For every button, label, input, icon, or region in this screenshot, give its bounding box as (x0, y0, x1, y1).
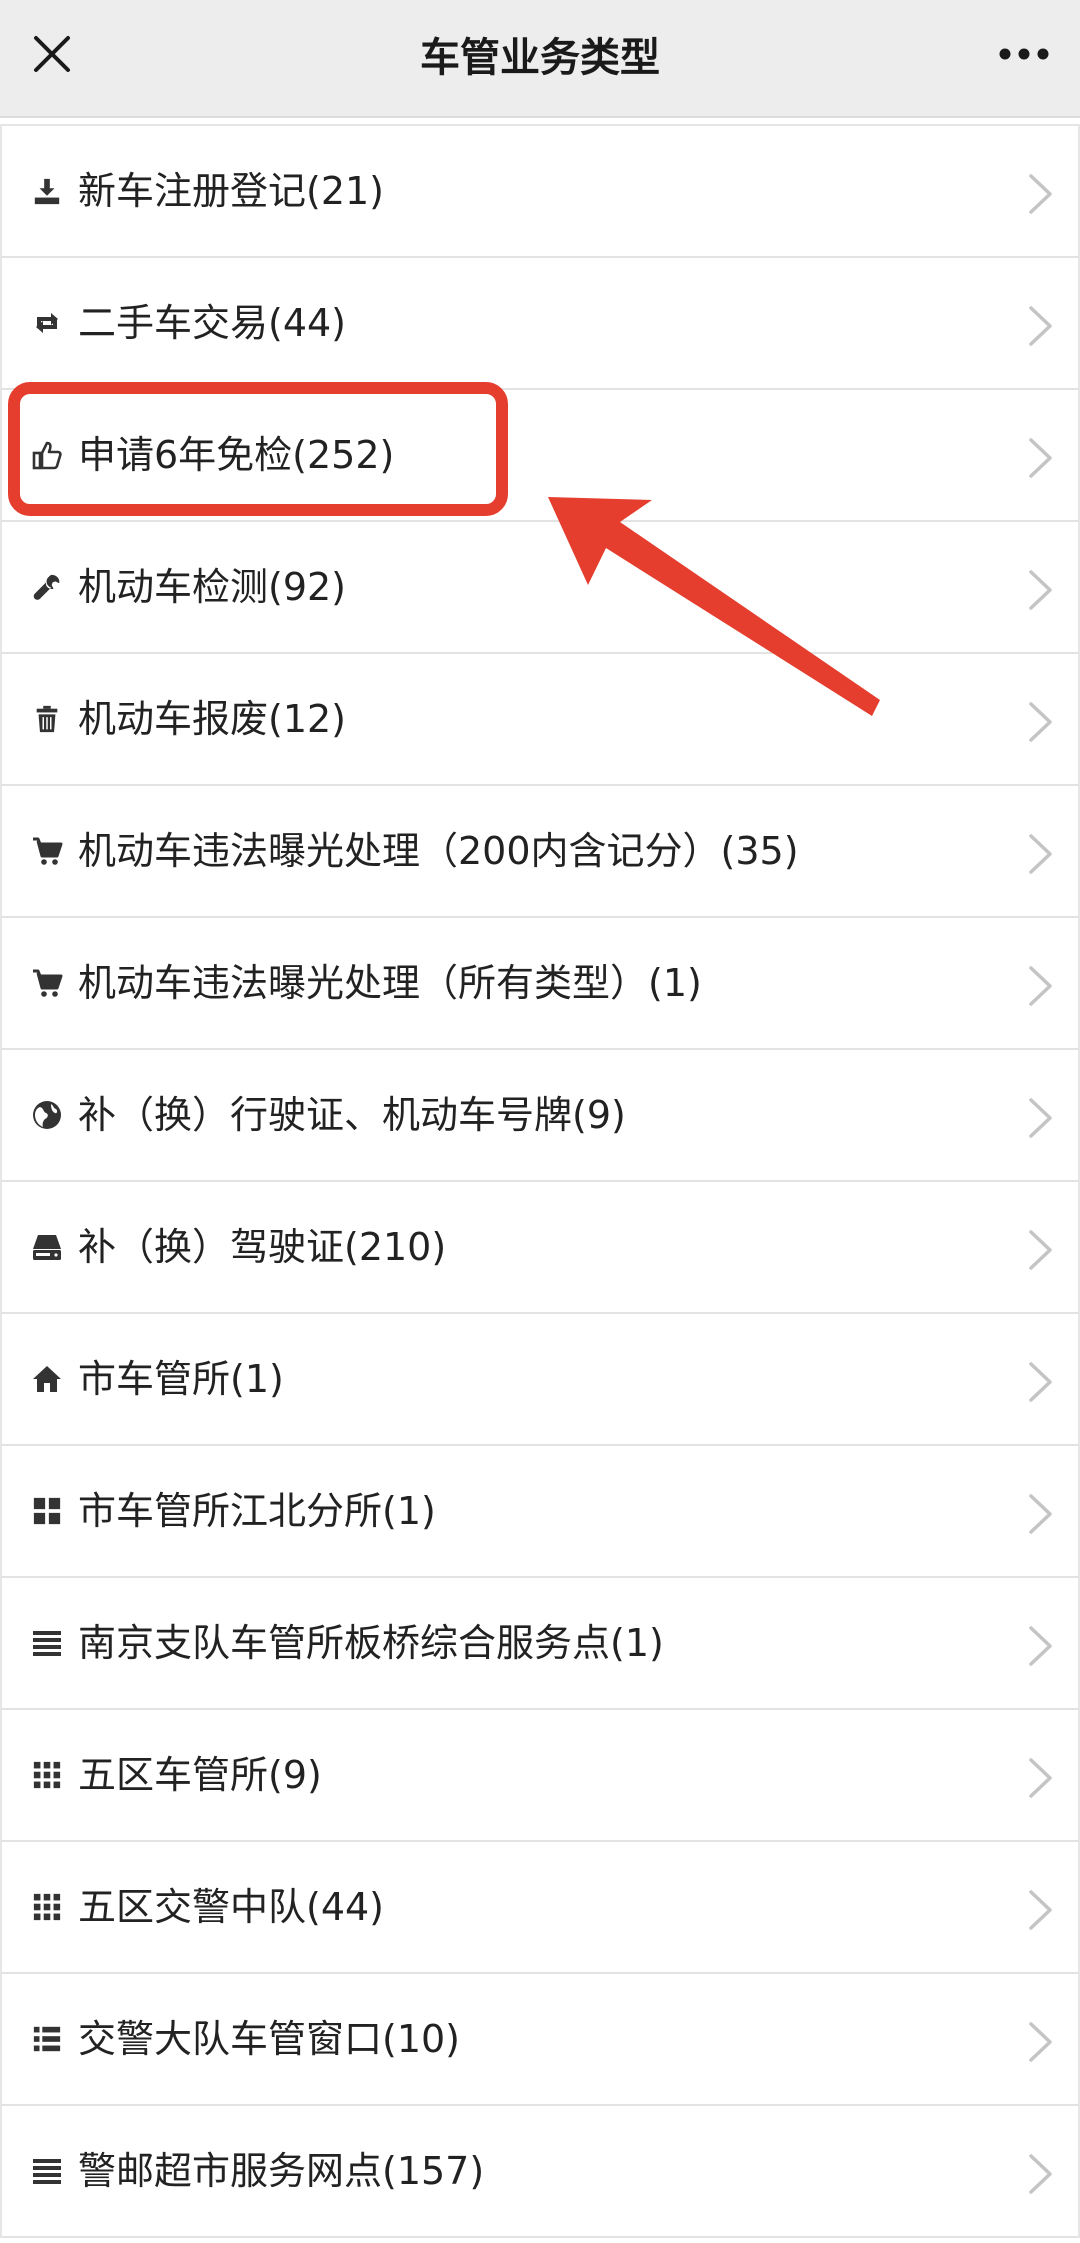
hdd-icon (30, 1230, 64, 1264)
home-icon (30, 1362, 64, 1396)
list-icon (30, 2022, 64, 2056)
align-justify-icon (30, 1626, 64, 1660)
list-item[interactable]: 五区交警中队(44) (0, 1842, 1080, 1974)
list-item-label: 机动车违法曝光处理（200内含记分）(35) (78, 829, 799, 873)
chevron-right-icon (1026, 1888, 1056, 1932)
close-button[interactable] (24, 26, 80, 82)
more-icon (999, 48, 1049, 60)
list-item[interactable]: 警邮超市服务网点(157) (0, 2106, 1080, 2238)
nav-bar: 车管业务类型 (0, 0, 1080, 118)
chevron-right-icon (1026, 964, 1056, 1008)
list-item[interactable]: 交警大队车管窗口(10) (0, 1974, 1080, 2106)
chevron-right-icon (1026, 1492, 1056, 1536)
chevron-right-icon (1026, 1096, 1056, 1140)
list-item[interactable]: 二手车交易(44) (0, 258, 1080, 390)
list-item-label: 五区交警中队(44) (78, 1885, 385, 1929)
close-icon (34, 36, 70, 72)
shopping-cart-icon (30, 966, 64, 1000)
th-icon (30, 1758, 64, 1792)
list-item-label: 机动车检测(92) (78, 565, 347, 609)
list-item[interactable]: 五区车管所(9) (0, 1710, 1080, 1842)
list-item[interactable]: 机动车报废(12) (0, 654, 1080, 786)
list-item[interactable]: 南京支队车管所板桥综合服务点(1) (0, 1578, 1080, 1710)
chevron-right-icon (1026, 436, 1056, 480)
list-item-label: 补（换）驾驶证(210) (78, 1225, 447, 1269)
list-item-label: 市车管所(1) (78, 1357, 284, 1401)
download-icon (30, 174, 64, 208)
list-item-label: 五区车管所(9) (78, 1753, 322, 1797)
list-item[interactable]: 申请6年免检(252) (0, 390, 1080, 522)
list-item[interactable]: 机动车违法曝光处理（所有类型）(1) (0, 918, 1080, 1050)
list-item-label: 新车注册登记(21) (78, 169, 385, 213)
chevron-right-icon (1026, 1360, 1056, 1404)
chevron-right-icon (1026, 1756, 1056, 1800)
chevron-right-icon (1026, 568, 1056, 612)
business-type-list: 新车注册登记(21) 二手车交易(44) 申请6年免检(252) 机动车检测(92) 机… (0, 124, 1080, 2238)
chevron-right-icon (1026, 832, 1056, 876)
th-large-icon (30, 1494, 64, 1528)
list-item-label: 补（换）行驶证、机动车号牌(9) (78, 1093, 626, 1137)
list-item-label: 机动车报废(12) (78, 697, 347, 741)
list-item[interactable]: 机动车违法曝光处理（200内含记分）(35) (0, 786, 1080, 918)
list-item[interactable]: 补（换）行驶证、机动车号牌(9) (0, 1050, 1080, 1182)
list-item-label: 机动车违法曝光处理（所有类型）(1) (78, 961, 702, 1005)
wrench-icon (30, 570, 64, 604)
list-item-label: 二手车交易(44) (78, 301, 347, 345)
list-item-label: 市车管所江北分所(1) (78, 1489, 436, 1533)
retweet-icon (30, 306, 64, 340)
chevron-right-icon (1026, 304, 1056, 348)
chevron-right-icon (1026, 2020, 1056, 2064)
list-item-label: 警邮超市服务网点(157) (78, 2149, 485, 2193)
align-justify-icon (30, 2154, 64, 2188)
chevron-right-icon (1026, 2152, 1056, 2196)
list-item[interactable]: 市车管所(1) (0, 1314, 1080, 1446)
list-item[interactable]: 机动车检测(92) (0, 522, 1080, 654)
list-item-label: 交警大队车管窗口(10) (78, 2017, 461, 2061)
page-title: 车管业务类型 (420, 35, 660, 81)
globe-icon (30, 1098, 64, 1132)
more-button[interactable] (992, 26, 1056, 82)
thumbs-up-icon (30, 438, 64, 472)
shopping-cart-icon (30, 834, 64, 868)
list-item[interactable]: 新车注册登记(21) (0, 126, 1080, 258)
chevron-right-icon (1026, 700, 1056, 744)
list-item-label: 申请6年免检(252) (78, 433, 395, 477)
chevron-right-icon (1026, 1624, 1056, 1668)
th-icon (30, 1890, 64, 1924)
list-item-label: 南京支队车管所板桥综合服务点(1) (78, 1621, 664, 1665)
trash-icon (30, 702, 64, 736)
chevron-right-icon (1026, 1228, 1056, 1272)
list-item[interactable]: 市车管所江北分所(1) (0, 1446, 1080, 1578)
chevron-right-icon (1026, 172, 1056, 216)
list-item[interactable]: 补（换）驾驶证(210) (0, 1182, 1080, 1314)
